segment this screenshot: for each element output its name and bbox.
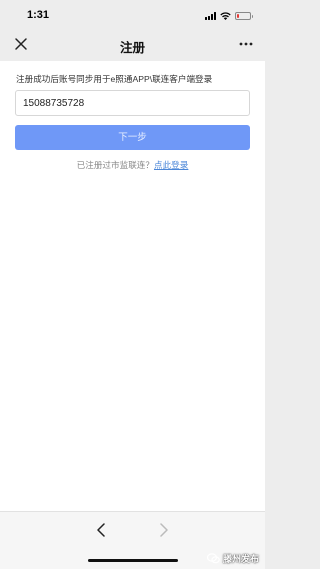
status-bar: 1:31 xyxy=(0,0,265,28)
browser-bottom-bar: 滕州发布 xyxy=(0,511,265,569)
status-time: 1:31 xyxy=(27,9,50,21)
chevron-left-icon[interactable] xyxy=(96,523,106,537)
watermark-text: 滕州发布 xyxy=(222,554,259,564)
battery-icon xyxy=(235,12,253,20)
home-indicator xyxy=(88,559,178,562)
page-title: 注册 xyxy=(119,41,145,55)
more-icon[interactable] xyxy=(239,42,253,46)
chevron-right-icon[interactable] xyxy=(159,523,169,537)
wifi-icon xyxy=(220,12,231,20)
watermark: 滕州发布 xyxy=(206,552,259,565)
phone-input[interactable] xyxy=(15,90,250,116)
login-hint: 已注册过市监联连？点此登录 xyxy=(0,159,265,171)
nav-bar: 注册 xyxy=(0,28,265,61)
login-hint-text: 已注册过市监联连？ xyxy=(76,160,154,170)
next-button[interactable]: 下一步 xyxy=(15,125,250,150)
registration-form: 注册成功后账号同步用于e照通APP\联连客户端登录 下一步 已注册过市监联连？点… xyxy=(0,61,265,511)
signal-icon xyxy=(205,12,216,20)
login-link[interactable]: 点此登录 xyxy=(154,160,188,170)
wechat-icon xyxy=(206,553,220,564)
form-description: 注册成功后账号同步用于e照通APP\联连客户端登录 xyxy=(16,74,213,84)
battery-level xyxy=(237,14,240,18)
status-icons xyxy=(205,11,253,20)
